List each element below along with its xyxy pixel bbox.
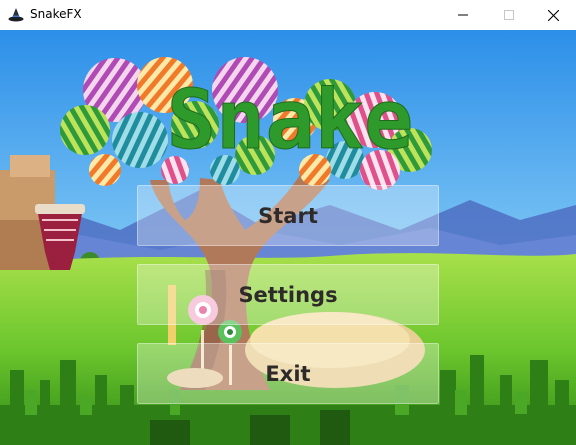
game-background: Snake Start Settings Exit (0, 30, 576, 445)
wizard-hat-icon (8, 8, 24, 22)
game-window: SnakeFX Snake Start Settings Exit (0, 0, 576, 445)
start-button[interactable]: Start (137, 185, 439, 246)
close-icon (547, 9, 559, 21)
close-button[interactable] (530, 0, 576, 30)
minimize-icon (458, 14, 468, 16)
game-logo: Snake (167, 73, 414, 168)
exit-button[interactable]: Exit (137, 343, 439, 404)
title-bar[interactable]: SnakeFX (0, 0, 576, 30)
maximize-button[interactable] (486, 0, 532, 30)
window-title: SnakeFX (30, 7, 82, 21)
minimize-button[interactable] (440, 0, 486, 30)
maximize-icon (504, 10, 514, 20)
settings-button[interactable]: Settings (137, 264, 439, 325)
